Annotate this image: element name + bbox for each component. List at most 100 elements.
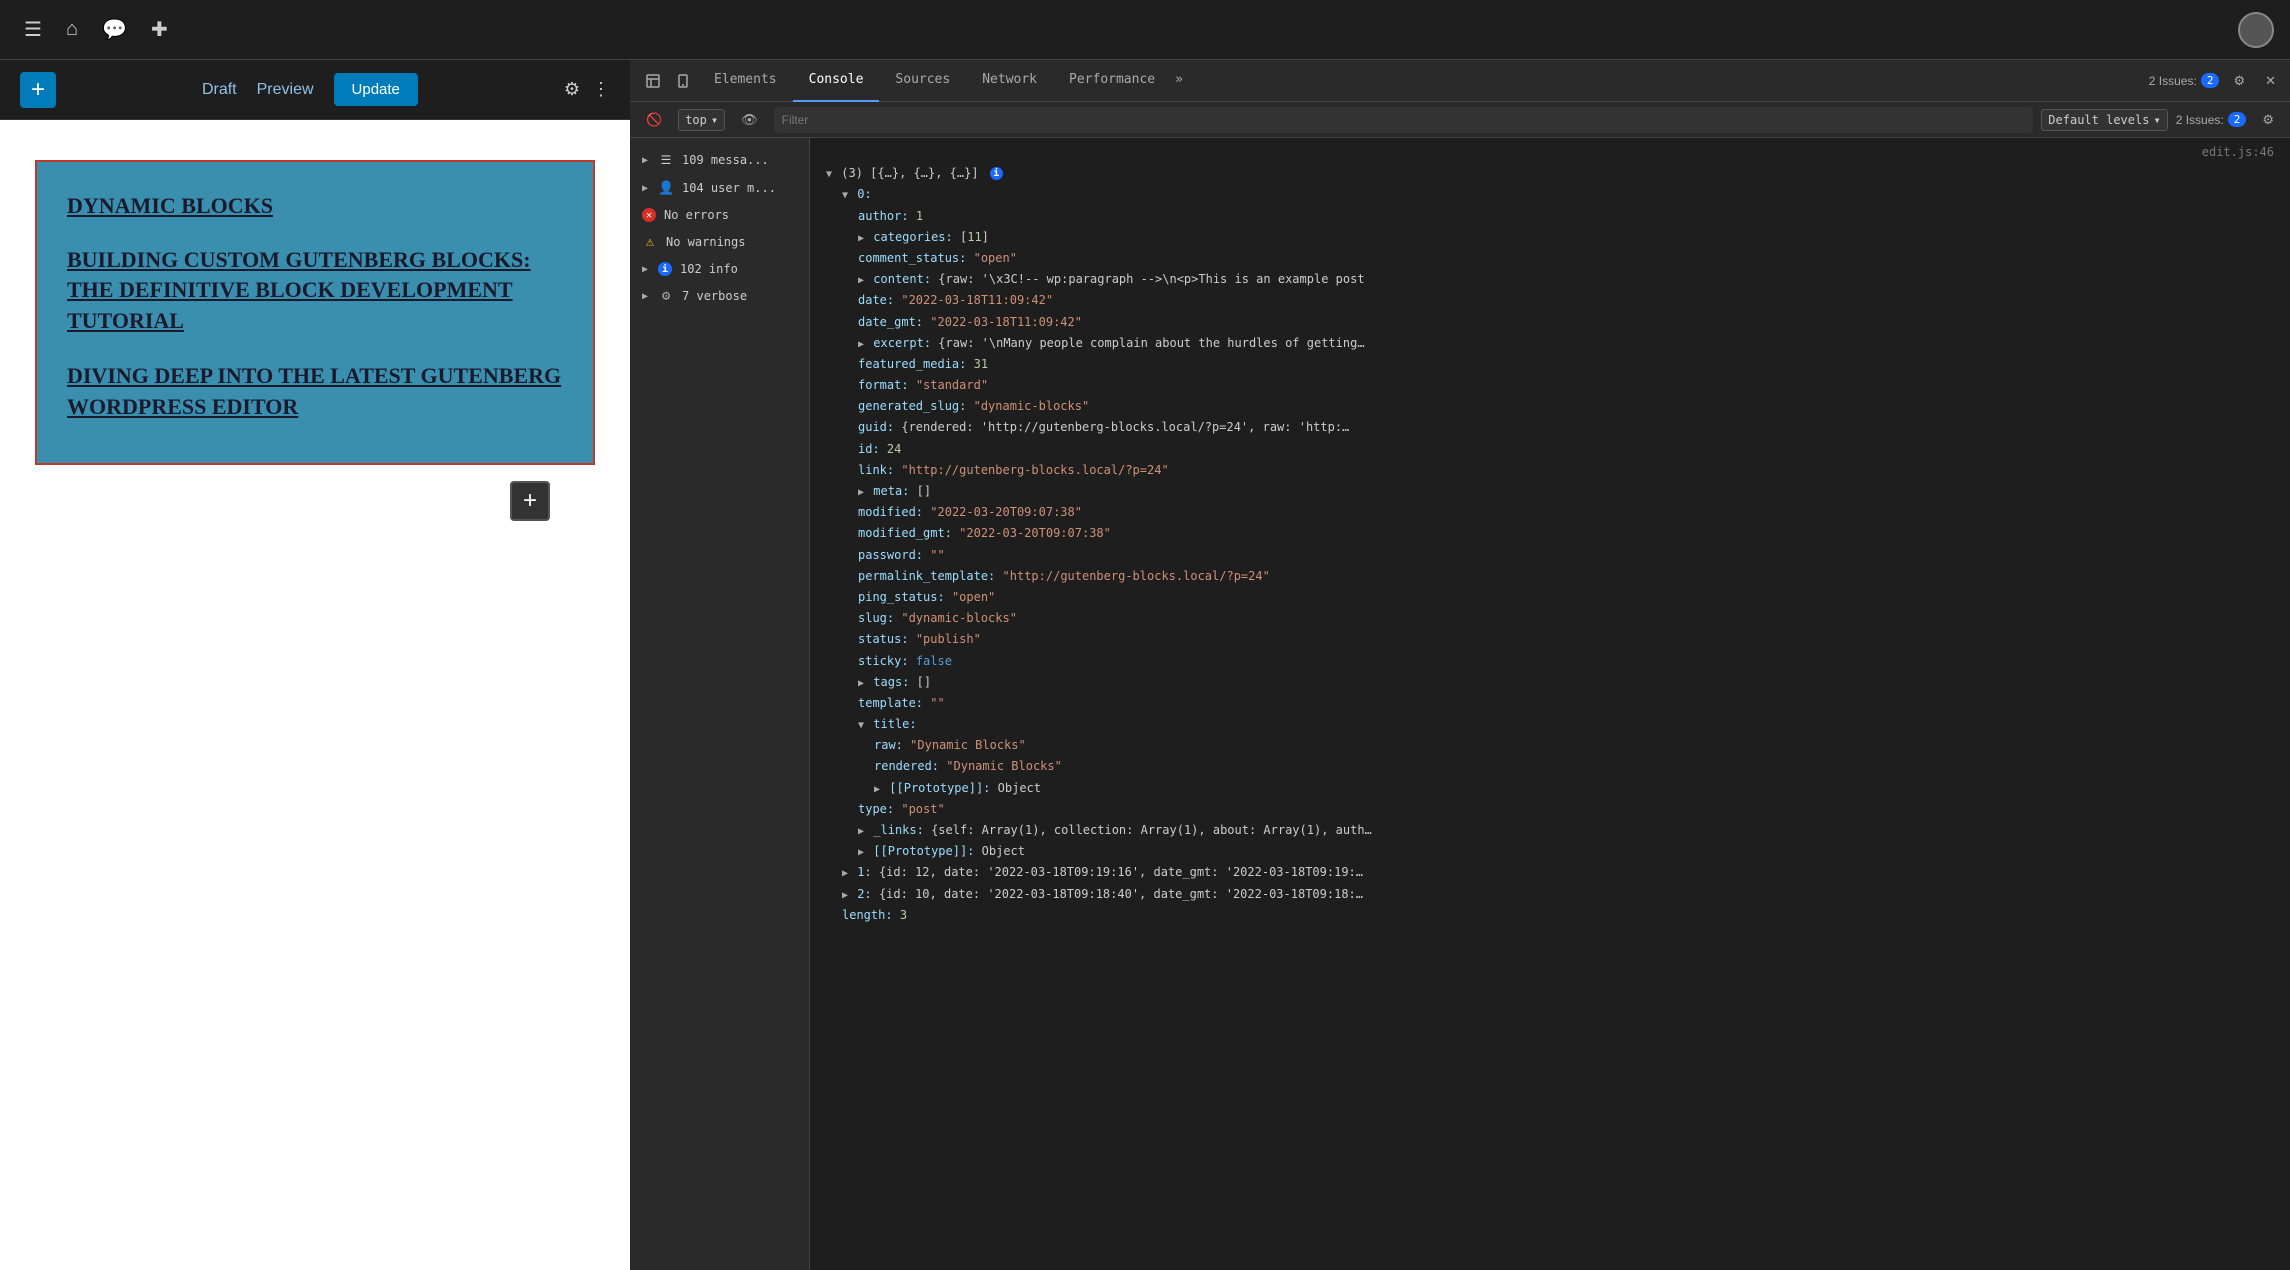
line-link: link: "http://gutenberg-blocks.local/?p=… — [810, 460, 2290, 481]
levels-chevron-icon: ▾ — [2153, 113, 2160, 127]
sidebar-item-all-messages[interactable]: ☰ 109 messa... — [630, 146, 809, 174]
devtools-actions: 2 Issues: 2 ⚙ ✕ — [2149, 67, 2282, 95]
menu-button[interactable]: ☰ — [16, 9, 50, 50]
preview-button[interactable]: Preview — [257, 81, 314, 99]
wp-topbar: ☰ ⌂ 💬 ✚ — [0, 0, 2290, 60]
line-comment-status: comment_status: "open" — [810, 248, 2290, 269]
line-title-raw: raw: "Dynamic Blocks" — [810, 735, 2290, 756]
source-ref: edit.js:46 — [2202, 143, 2274, 162]
sidebar-item-errors[interactable]: ✕ No errors — [630, 202, 809, 228]
line-id: id: 24 — [810, 439, 2290, 460]
line-2: 2: {id: 10, date: '2022-03-18T09:18:40',… — [810, 884, 2290, 905]
issues-badge: 2 — [2201, 73, 2220, 88]
expand-content[interactable] — [858, 273, 864, 289]
add-block-float-button[interactable]: + — [510, 481, 550, 521]
line-tags: tags: [] — [810, 672, 2290, 693]
expand-icon — [642, 183, 648, 194]
add-new-button[interactable]: ✚ — [143, 9, 176, 50]
expand-icon — [642, 155, 648, 166]
expand-tags[interactable] — [858, 676, 864, 692]
expand-title[interactable] — [858, 718, 864, 734]
add-block-toolbar-button[interactable]: + — [20, 72, 56, 108]
home-button[interactable]: ⌂ — [58, 10, 86, 49]
line-title-prototype: [[Prototype]]: Object — [810, 778, 2290, 799]
toolbar2-settings-button[interactable]: ⚙ — [2254, 108, 2282, 132]
more-options-button[interactable]: ⋮ — [592, 79, 610, 100]
eye-button[interactable]: 👁 — [733, 108, 766, 132]
expand-links[interactable] — [858, 824, 864, 840]
array-header-text: (3) [ — [841, 166, 877, 180]
expand-categories[interactable] — [858, 231, 864, 247]
tab-network[interactable]: Network — [966, 60, 1053, 102]
expand-2[interactable] — [842, 888, 848, 904]
error-icon: ✕ — [642, 208, 656, 222]
console-output[interactable]: edit.js:46 (3) [{…}, {…}, {…}] i 0: auth… — [810, 138, 2290, 1270]
line-1: 1: {id: 12, date: '2022-03-18T09:19:16',… — [810, 862, 2290, 883]
levels-selector[interactable]: Default levels ▾ — [2041, 109, 2167, 131]
line-status: status: "publish" — [810, 629, 2290, 650]
line-guid: guid: {rendered: 'http://gutenberg-block… — [810, 417, 2290, 438]
context-selector[interactable]: top ▾ — [678, 109, 725, 131]
tab-elements-label: Elements — [714, 72, 777, 87]
sidebar-item-info[interactable]: i 102 info — [630, 256, 809, 282]
expand-proto[interactable] — [858, 845, 864, 861]
tab-more[interactable]: » — [1171, 60, 1187, 102]
devtools-inspect-button[interactable] — [638, 70, 668, 92]
expand-icon — [642, 291, 648, 302]
expand-title-proto[interactable] — [874, 782, 880, 798]
line-prototype: [[Prototype]]: Object — [810, 841, 2290, 862]
post-title-2: BUILDING CUSTOM GUTENBERG BLOCKS: THE DE… — [67, 245, 563, 337]
expand-meta[interactable] — [858, 485, 864, 501]
tab-performance[interactable]: Performance — [1053, 60, 1171, 102]
source-ref-line: edit.js:46 — [810, 142, 2290, 163]
line-excerpt: excerpt: {raw: '\nMany people complain a… — [810, 333, 2290, 354]
post-title-3: DIVING DEEP INTO THE LATEST GUTENBERG WO… — [67, 361, 563, 423]
filter-input[interactable] — [774, 107, 2034, 133]
line-slug: slug: "dynamic-blocks" — [810, 608, 2290, 629]
comment-button[interactable]: 💬 — [94, 9, 135, 50]
devtools-panel: Elements Console Sources Network Perform… — [630, 60, 2290, 1270]
line-0: 0: — [810, 184, 2290, 205]
devtools-close-button[interactable]: ✕ — [2259, 67, 2282, 95]
tab-sources-label: Sources — [895, 72, 950, 87]
devtools-tabbar: Elements Console Sources Network Perform… — [630, 60, 2290, 102]
line-modified-gmt: modified_gmt: "2022-03-20T09:07:38" — [810, 523, 2290, 544]
post-title-1: DYNAMIC BLOCKS — [67, 192, 563, 221]
line-categories: categories: [11] — [810, 227, 2290, 248]
expand-1[interactable] — [842, 866, 848, 882]
tab-sources[interactable]: Sources — [879, 60, 966, 102]
toolbar-left: + — [20, 72, 56, 108]
devtools-settings-button[interactable]: ⚙ — [2227, 67, 2251, 95]
settings-button[interactable]: ⚙ — [564, 79, 580, 100]
issues-label: 2 Issues: — [2149, 74, 2197, 88]
editor-area: + Draft Preview Update ⚙ ⋮ DYNAMIC BLOCK… — [0, 60, 630, 1270]
expand-excerpt[interactable] — [858, 337, 864, 353]
tab-console-label: Console — [809, 72, 864, 87]
devtools-device-button[interactable] — [668, 70, 698, 92]
array-expand-triangle[interactable] — [826, 167, 832, 183]
line-title: title: — [810, 714, 2290, 735]
expand-0[interactable] — [842, 188, 848, 204]
line-date-gmt: date_gmt: "2022-03-18T11:09:42" — [810, 312, 2290, 333]
toolbar2-issues-badge: 2 — [2228, 112, 2247, 127]
update-button[interactable]: Update — [334, 73, 418, 106]
sidebar-warnings-label: No warnings — [666, 235, 797, 249]
tab-console[interactable]: Console — [793, 60, 880, 102]
devtools-toolbar2: 🚫 top ▾ 👁 Default levels ▾ 2 Issues: 2 ⚙ — [630, 102, 2290, 138]
topbar-right — [2238, 12, 2274, 48]
tab-elements[interactable]: Elements — [698, 60, 793, 102]
sidebar-item-warnings[interactable]: ⚠ No warnings — [630, 228, 809, 256]
line-links: _links: {self: Array(1), collection: Arr… — [810, 820, 2290, 841]
line-generated-slug: generated_slug: "dynamic-blocks" — [810, 396, 2290, 417]
sidebar-info-label: 102 info — [680, 262, 797, 276]
draft-button[interactable]: Draft — [202, 81, 237, 99]
user-messages-icon: 👤 — [658, 180, 674, 196]
clear-console-button[interactable]: 🚫 — [638, 108, 670, 132]
sidebar-item-verbose[interactable]: ⚙ 7 verbose — [630, 282, 809, 310]
avatar — [2238, 12, 2274, 48]
editor-content: DYNAMIC BLOCKS BUILDING CUSTOM GUTENBERG… — [0, 120, 630, 1270]
tab-network-label: Network — [982, 72, 1037, 87]
sidebar-item-user-messages[interactable]: 👤 104 user m... — [630, 174, 809, 202]
line-type: type: "post" — [810, 799, 2290, 820]
context-chevron-icon: ▾ — [711, 113, 718, 127]
